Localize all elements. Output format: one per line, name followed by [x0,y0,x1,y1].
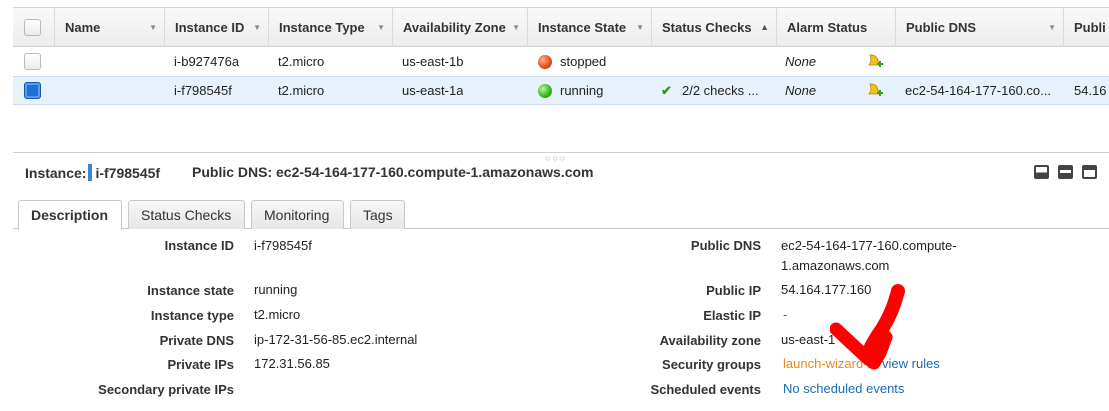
value-public-dns-line1: ec2-54-164-177-160.compute- [781,238,957,253]
cell-instance-id: i-f798545f [174,83,232,98]
column-header-public-dns[interactable]: Public DNS ▼ [895,8,1063,47]
label-availability-zone: Availability zone [659,333,761,348]
cell-public-dns: ec2-54-164-177-160.co... [905,83,1051,98]
label-public-ip: Public IP [706,283,761,298]
table-row[interactable]: i-b927476a t2.micro us-east-1b stopped N… [13,48,1109,77]
cell-alarm-status: None [785,83,817,98]
column-header-name[interactable]: Name ▼ [54,8,164,47]
sort-icon[interactable]: ▼ [512,8,520,47]
value-private-dns: ip-172-31-56-85.ec2.internal [254,332,418,347]
layout-bottom-pane-icon[interactable] [1034,165,1049,179]
cell-status-checks: 2/2 checks ... [682,83,759,98]
column-label: Publi [1074,20,1106,35]
instance-id-title: i-f798545f [95,165,161,181]
value-instance-type: t2.micro [254,307,301,322]
value-availability-zone: us-east-1 [781,332,836,347]
annotation-arrow-icon [830,284,905,370]
instances-grid-header: Name ▼ Instance ID ▼ Instance Type ▼ Availa… [13,7,1109,47]
row-checkbox[interactable] [24,53,41,70]
label-public-dns: Public DNS [690,238,761,253]
column-header-instance-state[interactable]: Instance State ▼ [527,8,651,47]
instance-marker-icon [88,164,93,181]
column-header-instance-id[interactable]: Instance ID ▼ [164,8,268,47]
tab-tags[interactable]: Tags [350,200,405,229]
label-elastic-ip: Elastic IP [703,308,761,323]
column-header-availability-zone[interactable]: Availability Zone ▼ [392,8,527,47]
label-private-ips: Private IPs [167,357,235,372]
instance-label: Instance: [25,165,87,181]
cell-instance-type: t2.micro [278,83,325,98]
cell-instance-state: stopped [560,54,607,69]
column-label: Availability Zone [403,20,506,35]
details-public-dns-title: Public DNS: ec2-54-164-177-160.compute-1… [192,164,594,180]
value-private-ips: 172.31.56.85 [254,356,330,371]
sort-icon[interactable]: ▼ [636,8,644,47]
tab-description[interactable]: Description [18,200,122,230]
cell-instance-id: i-b927476a [174,54,240,69]
column-label: Instance State [538,20,627,35]
column-label: Status Checks [662,20,752,35]
value-public-dns-line2: 1.amazonaws.com [781,258,890,273]
label-instance-type: Instance type [150,308,234,323]
row-checkbox-checked[interactable] [24,82,41,99]
cell-instance-state: running [560,83,604,98]
sort-icon[interactable]: ▼ [377,8,385,47]
column-label: Name [65,20,101,35]
cell-availability-zone: us-east-1b [402,54,464,69]
column-label: Public DNS [906,20,977,35]
cell-alarm-status: None [785,54,817,69]
table-row-selected[interactable]: i-f798545f t2.micro us-east-1a running ✔… [13,76,1109,105]
value-instance-state: running [254,282,298,297]
public-dns-title-value: ec2-54-164-177-160.compute-1.amazonaws.c… [276,164,594,180]
add-alarm-icon[interactable] [866,82,884,100]
select-all-checkbox[interactable] [24,19,41,36]
value-elastic-ip: - [783,307,788,322]
label-instance-id: Instance ID [164,238,234,253]
sort-ascending-icon[interactable]: ▲ [760,8,769,47]
select-all-cell [13,8,54,47]
layout-split-pane-icon[interactable] [1058,165,1073,179]
running-status-icon [538,84,552,98]
cell-instance-type: t2.micro [278,54,325,69]
label-secondary-private-ips: Secondary private IPs [98,382,234,397]
scheduled-events-link[interactable]: No scheduled events [783,381,904,396]
cell-public-ip: 54.16 [1074,83,1107,98]
tab-status-checks[interactable]: Status Checks [128,200,245,229]
public-dns-title-label: Public DNS: [192,164,273,180]
drag-handle-icon[interactable]: ○○○ [545,153,567,163]
column-header-instance-type[interactable]: Instance Type ▼ [268,8,392,47]
column-label: Alarm Status [787,20,868,35]
sort-icon[interactable]: ▼ [253,8,261,47]
sort-icon[interactable]: ▼ [1048,8,1056,47]
sort-icon[interactable]: ▼ [149,8,157,47]
details-instance-title: Instance: i-f798545f [25,164,160,181]
stopped-status-icon [538,55,552,69]
layout-top-pane-icon[interactable] [1082,165,1097,179]
label-instance-state: Instance state [147,283,234,298]
tab-monitoring[interactable]: Monitoring [251,200,344,229]
label-private-dns: Private DNS [159,333,234,348]
column-label: Instance Type [279,20,365,35]
column-header-alarm-status[interactable]: Alarm Status [776,8,895,47]
check-passed-icon: ✔ [661,83,672,98]
value-instance-id: i-f798545f [254,238,312,253]
label-scheduled-events: Scheduled events [650,382,761,397]
column-header-status-checks[interactable]: Status Checks ▲ [651,8,776,47]
column-header-public-ip[interactable]: Publi [1063,8,1109,47]
add-alarm-icon[interactable] [866,53,884,71]
label-security-groups: Security groups [662,357,761,372]
cell-availability-zone: us-east-1a [402,83,464,98]
column-label: Instance ID [175,20,245,35]
